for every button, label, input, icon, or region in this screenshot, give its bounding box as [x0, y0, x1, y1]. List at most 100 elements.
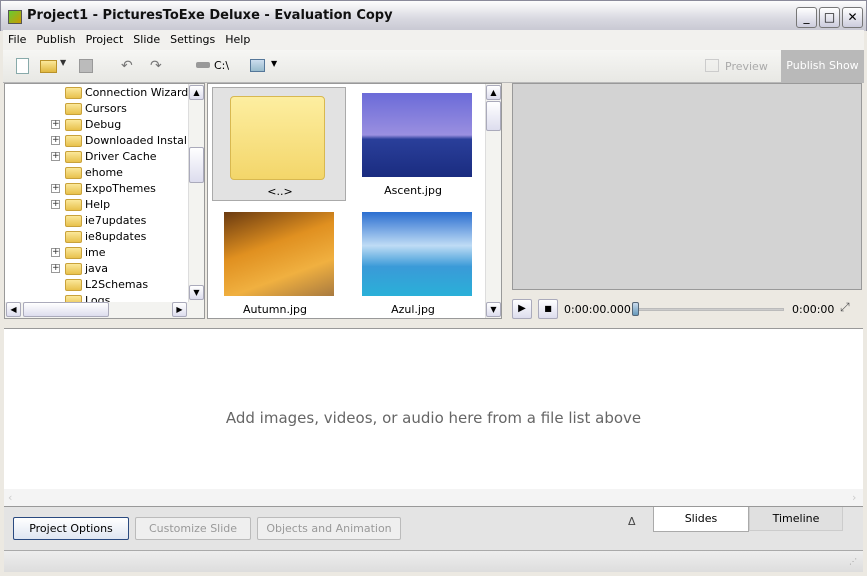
file-name: Ascent.jpg [384, 184, 442, 197]
file-name: Azul.jpg [391, 303, 435, 316]
menu-bar: File Publish Project Slide Settings Help [3, 30, 864, 50]
scroll-up-button[interactable]: ▲ [486, 85, 501, 100]
tab-timeline[interactable]: Timeline [749, 507, 843, 531]
file-tile[interactable]: Ascent.jpg [346, 87, 480, 201]
expand-icon[interactable]: + [51, 264, 60, 273]
scroll-thumb[interactable] [189, 147, 204, 183]
redo-icon[interactable]: ↷ [150, 58, 162, 74]
undo-icon[interactable]: ↶ [121, 58, 133, 74]
slider-thumb[interactable] [632, 302, 639, 316]
file-tile[interactable]: Azul.jpg [346, 206, 480, 318]
expand-icon[interactable]: + [51, 200, 60, 209]
tree-item-label: ie7updates [85, 214, 147, 227]
maximize-button[interactable]: □ [819, 7, 840, 28]
timeline-slider[interactable] [634, 308, 784, 311]
tree-item-label: ie8updates [85, 230, 147, 243]
toolbar: ▼ ↶ ↷ C:\ ▼ Preview Publish Show [3, 50, 864, 83]
folder-icon [65, 103, 82, 115]
bottom-bar: Project Options Customize Slide Objects … [4, 506, 863, 550]
thumbnail [362, 212, 472, 296]
customize-slide-button[interactable]: Customize Slide [135, 517, 251, 540]
scroll-right-button[interactable]: › [852, 491, 856, 504]
thumbnail [362, 93, 472, 177]
open-dropdown-icon[interactable]: ▼ [60, 58, 66, 67]
file-list[interactable]: <..> Ascent.jpg Autumn.jpg Azul.jpg ▲ ▼ [207, 83, 502, 319]
expand-icon[interactable]: + [51, 152, 60, 161]
scroll-down-button[interactable]: ▼ [486, 302, 501, 317]
slide-drop-area[interactable]: Add images, videos, or audio here from a… [4, 328, 863, 506]
file-tile[interactable]: Autumn.jpg [208, 206, 342, 318]
tree-item-label: Downloaded Installati [85, 134, 205, 147]
folder-icon [65, 263, 82, 275]
drive-label[interactable]: C:\ [214, 59, 229, 72]
expand-icon[interactable]: + [51, 120, 60, 129]
expand-icon[interactable]: + [51, 184, 60, 193]
folder-icon [65, 151, 82, 163]
app-icon [8, 10, 22, 24]
project-options-button[interactable]: Project Options [13, 517, 129, 540]
play-button[interactable]: ▶ [512, 299, 532, 319]
new-file-icon[interactable] [16, 58, 29, 74]
menu-slide[interactable]: Slide [128, 30, 165, 49]
tab-slides[interactable]: Slides [653, 507, 749, 532]
title-bar: Project1 - PicturesToExe Deluxe - Evalua… [0, 0, 867, 31]
folder-icon [65, 279, 82, 291]
save-icon[interactable] [79, 59, 93, 73]
tree-horizontal-scrollbar[interactable]: ◀ ▶ [5, 302, 204, 318]
resize-grip-icon[interactable]: ⋰ [849, 557, 857, 566]
close-button[interactable]: ✕ [842, 7, 863, 28]
menu-file[interactable]: File [3, 30, 31, 49]
scroll-left-button[interactable]: ‹ [8, 491, 12, 504]
scroll-left-button[interactable]: ◀ [6, 302, 21, 317]
folder-tree[interactable]: Connection Wizard Cursors + Debug + Downloade… [4, 83, 205, 319]
scroll-down-button[interactable]: ▼ [189, 285, 204, 300]
view-dropdown-icon[interactable]: ▼ [271, 59, 277, 68]
preview-area [512, 83, 862, 290]
open-folder-icon[interactable] [40, 60, 57, 73]
tree-item-label: Debug [85, 118, 122, 131]
file-name: <..> [267, 185, 293, 198]
minimize-button[interactable]: _ [796, 7, 817, 28]
tree-item-label: Help [85, 198, 111, 211]
drop-hint: Add images, videos, or audio here from a… [225, 409, 642, 427]
folder-icon [65, 215, 82, 227]
menu-help[interactable]: Help [220, 30, 255, 49]
duration-time: 0:00:00 [792, 303, 835, 316]
view-mode-icon[interactable] [250, 59, 265, 72]
scroll-right-button[interactable]: ▶ [172, 302, 187, 317]
preview-icon [705, 59, 719, 72]
folder-icon [65, 199, 82, 211]
position-time: 0:00:00.000 [564, 303, 631, 316]
scroll-thumb[interactable] [486, 101, 501, 131]
menu-settings[interactable]: Settings [165, 30, 220, 49]
tree-item-label: ehome [85, 166, 123, 179]
files-vertical-scrollbar[interactable]: ▲ ▼ [485, 84, 501, 318]
preview-button[interactable]: Preview [725, 60, 768, 73]
file-tile-parent[interactable]: <..> [212, 87, 346, 201]
parent-folder-icon [230, 96, 325, 180]
folder-icon [65, 135, 82, 147]
folder-icon [65, 231, 82, 243]
stop-button[interactable]: ■ [538, 299, 558, 319]
menu-project[interactable]: Project [81, 30, 129, 49]
tree-item-label: ExpoThemes [85, 182, 156, 195]
tree-item-label: L2Schemas [85, 278, 149, 291]
window-title: Project1 - PicturesToExe Deluxe - Evalua… [27, 8, 393, 23]
expand-icon[interactable]: + [51, 136, 60, 145]
publish-show-button[interactable]: Publish Show [781, 50, 864, 82]
scroll-up-button[interactable]: ▲ [189, 85, 204, 100]
tree-vertical-scrollbar[interactable]: ▲ ▼ [188, 84, 204, 302]
tree-item-label: Cursors [85, 102, 127, 115]
slides-horizontal-scrollbar[interactable]: ‹ › [4, 489, 863, 506]
fullscreen-icon[interactable]: ⤢ [840, 300, 850, 315]
drive-icon [196, 62, 210, 68]
expand-icon[interactable]: + [51, 248, 60, 257]
h-scroll-thumb[interactable] [23, 302, 109, 317]
folder-icon [65, 167, 82, 179]
folder-icon [65, 87, 82, 99]
objects-animation-button[interactable]: Objects and Animation [257, 517, 401, 540]
tree-item-label: java [85, 262, 109, 275]
menu-publish[interactable]: Publish [31, 30, 80, 49]
collapse-icon[interactable]: Δ [628, 515, 636, 528]
tree-item-label: Connection Wizard [85, 86, 189, 99]
